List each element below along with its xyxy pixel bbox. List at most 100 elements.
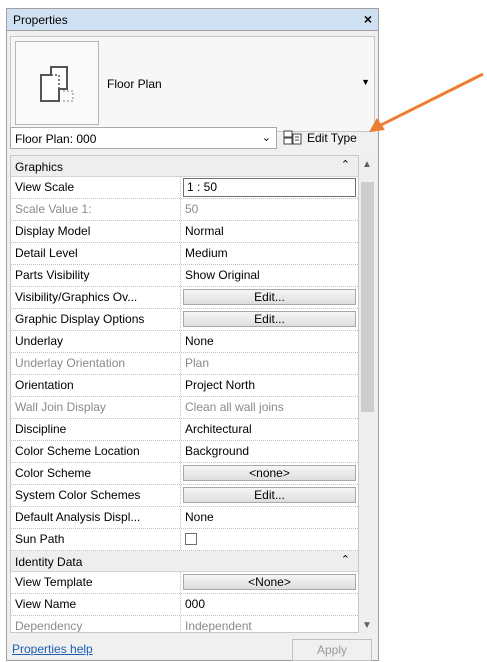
property-label: Orientation — [11, 375, 181, 396]
property-label: Wall Join Display — [11, 397, 181, 418]
property-button[interactable]: <None> — [183, 574, 356, 590]
edit-type-icon — [283, 130, 302, 145]
property-value[interactable]: Show Original — [185, 268, 260, 282]
property-row: Visibility/Graphics Ov... Edit... — [11, 287, 358, 309]
property-label: Sun Path — [11, 529, 181, 550]
property-row: Wall Join Display Clean all wall joins — [11, 397, 358, 419]
property-value-cell[interactable]: Architectural — [181, 419, 358, 440]
group-label: Identity Data — [15, 555, 83, 569]
property-value: Clean all wall joins — [185, 400, 284, 414]
property-button[interactable]: Edit... — [183, 487, 356, 503]
palette-titlebar[interactable]: Properties × — [7, 9, 378, 31]
property-label: Default Analysis Displ... — [11, 507, 181, 528]
property-row: View Name 000 — [11, 594, 358, 616]
vertical-scrollbar[interactable]: ▲ ▼ — [359, 155, 376, 633]
scroll-up-icon[interactable]: ▲ — [362, 159, 372, 170]
property-button[interactable]: Edit... — [183, 311, 356, 327]
instance-selector-value: Floor Plan: 000 — [15, 132, 97, 146]
chevron-down-icon[interactable]: ⌄ — [262, 131, 271, 144]
property-value-cell[interactable]: None — [181, 331, 358, 352]
property-value[interactable]: Normal — [185, 224, 224, 238]
property-value[interactable]: None — [185, 334, 214, 348]
collapse-icon[interactable]: ⌃ — [341, 553, 350, 566]
properties-grid: Graphics ⌃ View Scale 1 : 50 Scale Value 1: 5… — [10, 155, 359, 633]
property-row: Color Scheme Location Background — [11, 441, 358, 463]
close-icon[interactable]: × — [364, 11, 372, 27]
property-value-cell[interactable]: Edit... — [181, 309, 358, 330]
properties-palette: Properties × Floor Plan ▼ Floor Plan: 00… — [6, 8, 379, 661]
property-value-cell[interactable]: <none> — [181, 463, 358, 484]
property-value-cell[interactable]: Project North — [181, 375, 358, 396]
property-row: Graphic Display Options Edit... — [11, 309, 358, 331]
property-row: Orientation Project North — [11, 375, 358, 397]
palette-footer: Properties help Apply — [7, 637, 378, 662]
property-value-cell[interactable]: Edit... — [181, 485, 358, 506]
property-value-cell: Plan — [181, 353, 358, 374]
property-row: Parts Visibility Show Original — [11, 265, 358, 287]
property-label: View Template — [11, 572, 181, 593]
property-value[interactable]: Medium — [185, 246, 228, 260]
scrollbar-thumb[interactable] — [361, 182, 374, 412]
instance-bar: Floor Plan: 000 ⌄ Edit Type — [10, 127, 375, 153]
property-label: View Scale — [11, 177, 181, 198]
edit-type-button[interactable]: Edit Type — [281, 128, 375, 148]
property-label: Detail Level — [11, 243, 181, 264]
property-value[interactable]: Architectural — [185, 422, 252, 436]
property-label: Color Scheme Location — [11, 441, 181, 462]
property-value[interactable]: 000 — [185, 597, 205, 611]
property-value-cell[interactable]: None — [181, 507, 358, 528]
property-row: View Scale 1 : 50 — [11, 177, 358, 199]
property-value-cell[interactable] — [181, 529, 358, 550]
type-name: Floor Plan — [107, 77, 162, 91]
properties-help-link[interactable]: Properties help — [12, 642, 93, 656]
group-header[interactable]: Identity Data ⌃ — [11, 551, 358, 572]
property-value-cell[interactable]: Edit... — [181, 287, 358, 308]
property-value-cell[interactable]: Show Original — [181, 265, 358, 286]
scroll-down-icon[interactable]: ▼ — [362, 620, 372, 631]
annotation-arrow — [369, 72, 484, 132]
property-value[interactable]: Project North — [185, 378, 255, 392]
property-button[interactable]: <none> — [183, 465, 356, 481]
property-row: Color Scheme <none> — [11, 463, 358, 485]
property-value-cell[interactable]: Normal — [181, 221, 358, 242]
property-value-cell[interactable]: Background — [181, 441, 358, 462]
apply-button[interactable]: Apply — [292, 639, 372, 661]
property-label: Graphic Display Options — [11, 309, 181, 330]
property-row: Sun Path — [11, 529, 358, 551]
property-label: Visibility/Graphics Ov... — [11, 287, 181, 308]
property-row: Detail Level Medium — [11, 243, 358, 265]
property-value-cell: Independent — [181, 616, 358, 632]
property-value-cell[interactable]: 1 : 50 — [181, 177, 358, 198]
property-label: Underlay Orientation — [11, 353, 181, 374]
floor-plan-icon — [15, 41, 99, 125]
property-input[interactable]: 1 : 50 — [183, 178, 356, 197]
property-value[interactable]: Background — [185, 444, 249, 458]
property-value[interactable]: None — [185, 510, 214, 524]
property-value-cell: 50 — [181, 199, 358, 220]
property-value-cell[interactable]: <None> — [181, 572, 358, 593]
property-row: Underlay None — [11, 331, 358, 353]
property-button[interactable]: Edit... — [183, 289, 356, 305]
property-row: Dependency Independent — [11, 616, 358, 632]
property-value: Plan — [185, 356, 210, 370]
property-label: Dependency — [11, 616, 181, 632]
property-label: Color Scheme — [11, 463, 181, 484]
property-row: System Color Schemes Edit... — [11, 485, 358, 507]
instance-selector[interactable]: Floor Plan: 000 ⌄ — [10, 127, 277, 149]
property-value-cell[interactable]: 000 — [181, 594, 358, 615]
edit-type-label: Edit Type — [307, 131, 357, 145]
property-row: Discipline Architectural — [11, 419, 358, 441]
collapse-icon[interactable]: ⌃ — [341, 158, 350, 171]
property-label: View Name — [11, 594, 181, 615]
property-label: Display Model — [11, 221, 181, 242]
type-selector[interactable]: Floor Plan ▼ — [10, 36, 375, 132]
property-label: System Color Schemes — [11, 485, 181, 506]
property-row: Scale Value 1: 50 — [11, 199, 358, 221]
property-value-cell: Clean all wall joins — [181, 397, 358, 418]
property-checkbox[interactable] — [185, 533, 197, 545]
property-row: Underlay Orientation Plan — [11, 353, 358, 375]
group-header[interactable]: Graphics ⌃ — [11, 156, 358, 177]
palette-title: Properties — [13, 13, 68, 27]
property-value-cell[interactable]: Medium — [181, 243, 358, 264]
property-label: Underlay — [11, 331, 181, 352]
